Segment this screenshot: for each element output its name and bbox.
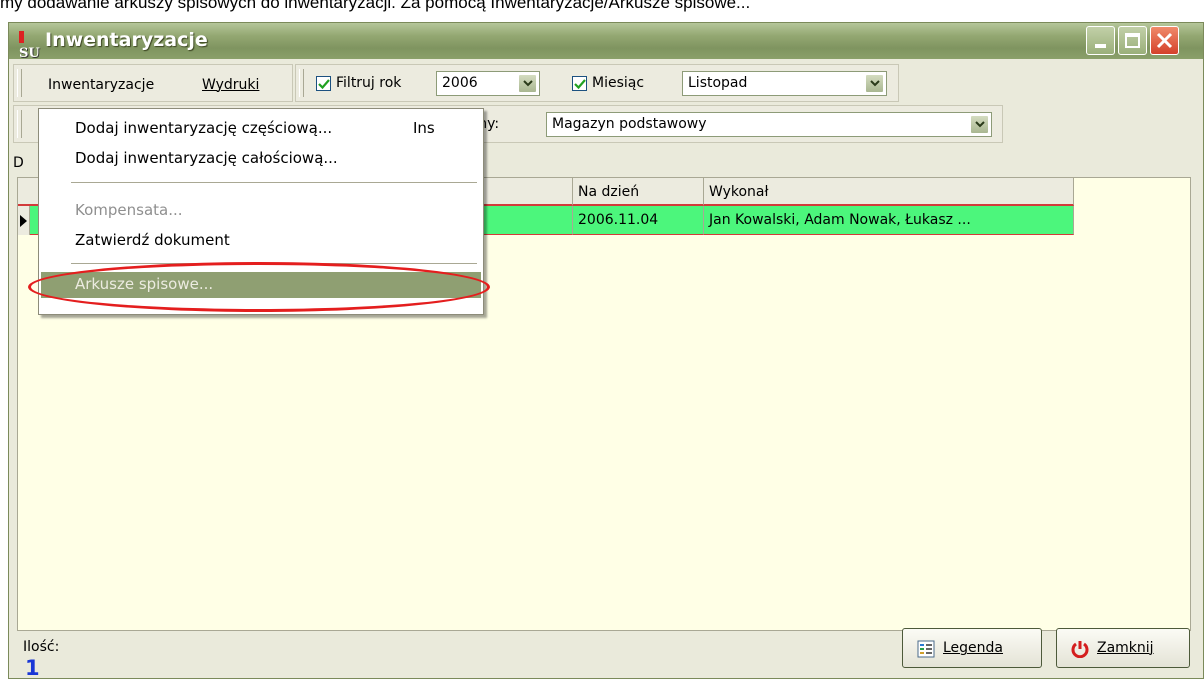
year-select[interactable]: 2006 (436, 71, 540, 96)
close-icon (1156, 32, 1173, 49)
month-filter-checkbox[interactable] (572, 76, 587, 91)
warehouse-select-dropdown-button[interactable] (970, 115, 989, 134)
month-select-dropdown-button[interactable] (865, 74, 884, 93)
table-row-cell-wykonal[interactable]: Jan Kowalski, Adam Nowak, Łukasz ... (704, 206, 1074, 235)
legend-button-label: Legenda (943, 640, 1004, 656)
window-title: Inwentaryzacje (45, 29, 208, 51)
menu-toolbar: Inwentaryzacje Wydruki (13, 64, 293, 102)
month-filter-label: Miesiąc (592, 75, 645, 91)
column-header-wykonal[interactable]: Wykonał (704, 178, 1074, 206)
menu-item-shortcut: Ins (413, 119, 435, 137)
toolbar-grip[interactable] (299, 69, 304, 97)
year-filter-label: Filtruj rok (336, 75, 402, 91)
menu-wydruki[interactable]: Wydruki (202, 77, 259, 93)
close-button[interactable]: Zamknij (1056, 628, 1190, 668)
annotation-ellipse (28, 262, 490, 312)
column-header-na-dzien[interactable]: Na dzień (573, 178, 704, 206)
row-indicator[interactable] (18, 206, 30, 235)
table-row-cell-date[interactable]: 2006.11.04 (573, 206, 704, 235)
close-button-label: Zamknij (1097, 640, 1154, 656)
minimize-button[interactable] (1086, 26, 1115, 55)
title-bar: SU Inwentaryzacje (9, 23, 1203, 61)
chevron-down-icon (870, 80, 880, 87)
month-select-value: Listopad (688, 75, 748, 91)
checkmark-icon (574, 79, 586, 90)
menu-item-add-full[interactable]: Dodaj inwentaryzację całościową... (75, 149, 338, 167)
chevron-down-icon (975, 121, 985, 128)
toolbar-grip[interactable] (17, 110, 22, 138)
close-window-button[interactable] (1150, 26, 1179, 55)
menu-item-kompensata[interactable]: Kompensata... (75, 201, 183, 219)
page-caption: my dodawanie arkuszy spisowych do inwent… (0, 0, 751, 12)
maximize-button[interactable] (1118, 26, 1147, 55)
checkmark-icon (318, 79, 330, 90)
year-select-value: 2006 (442, 75, 478, 91)
warehouse-select[interactable]: Magazyn podstawowy (546, 112, 992, 137)
menu-item-add-partial[interactable]: Dodaj inwentaryzację częściową... (75, 119, 332, 137)
filter-toolbar: Filtruj rok 2006 Miesiąc Listopad (295, 64, 899, 102)
row-pointer-icon (20, 215, 27, 227)
chevron-down-icon (523, 80, 533, 87)
menu-inwentaryzacje[interactable]: Inwentaryzacje (48, 77, 154, 93)
warehouse-select-value: Magazyn podstawowy (552, 116, 707, 132)
legend-icon (917, 640, 935, 658)
legend-button[interactable]: Legenda (902, 628, 1042, 668)
year-select-dropdown-button[interactable] (518, 74, 537, 93)
menu-item-approve-document[interactable]: Zatwierdź dokument (75, 231, 230, 249)
year-filter-checkbox[interactable] (316, 76, 331, 91)
truncated-label: D (13, 155, 24, 171)
toolbar-grip[interactable] (17, 69, 22, 97)
power-icon (1071, 641, 1089, 658)
count-value: 1 (25, 656, 40, 680)
count-label: Ilość: (23, 639, 60, 655)
month-select[interactable]: Listopad (682, 71, 887, 96)
menu-separator (71, 182, 477, 184)
app-icon: SU (19, 31, 41, 61)
